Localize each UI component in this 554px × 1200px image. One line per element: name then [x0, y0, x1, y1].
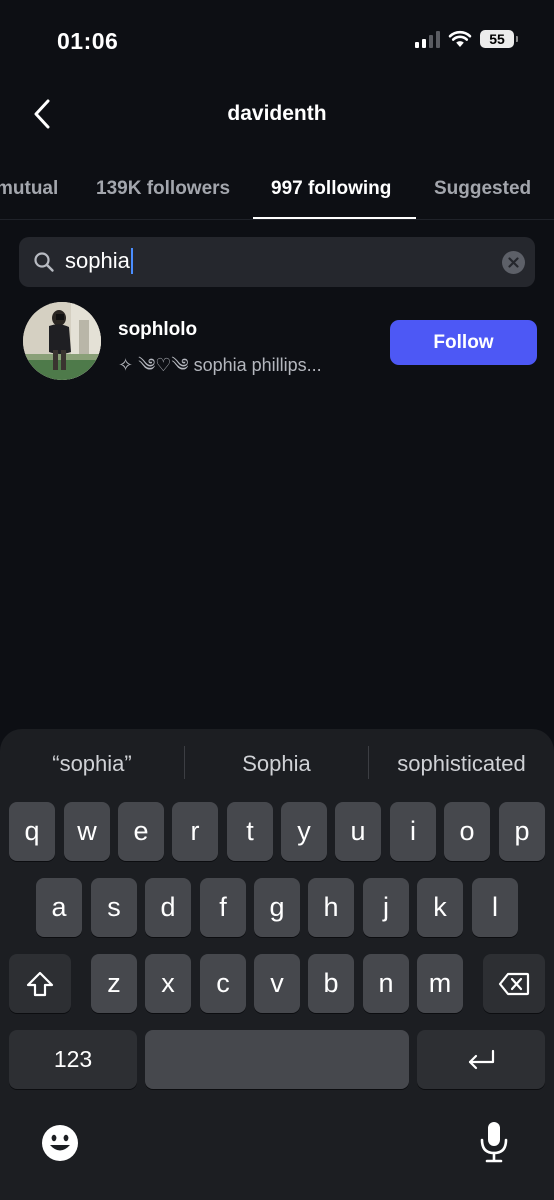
- key-g[interactable]: g: [254, 878, 300, 937]
- emoji-icon: [42, 1125, 78, 1161]
- active-tab-indicator: [253, 217, 416, 219]
- close-icon: [508, 257, 519, 268]
- tab-following[interactable]: 997 following: [271, 178, 391, 200]
- space-key[interactable]: [145, 1030, 409, 1089]
- search-icon: [34, 252, 54, 272]
- suggestion-item[interactable]: Sophia: [185, 751, 368, 777]
- key-f[interactable]: f: [200, 878, 246, 937]
- key-d[interactable]: d: [145, 878, 191, 937]
- key-s[interactable]: s: [91, 878, 137, 937]
- avatar-photo: [23, 302, 101, 380]
- delete-key[interactable]: [483, 954, 545, 1013]
- list-item[interactable]: sophlolo ✧ ༄♡༄ sophia phillips... Follow: [0, 302, 554, 384]
- key-e[interactable]: e: [118, 802, 164, 861]
- key-o[interactable]: o: [444, 802, 490, 861]
- clear-search-button[interactable]: [502, 251, 525, 274]
- microphone-button[interactable]: [478, 1120, 510, 1169]
- shift-icon: [26, 971, 54, 996]
- key-p[interactable]: p: [499, 802, 545, 861]
- emoji-button[interactable]: [40, 1123, 80, 1168]
- user-bio: ✧ ༄♡༄ sophia phillips...: [118, 355, 322, 375]
- key-b[interactable]: b: [308, 954, 354, 1013]
- key-y[interactable]: y: [281, 802, 327, 861]
- key-u[interactable]: u: [335, 802, 381, 861]
- status-icons: 55: [415, 30, 518, 48]
- page-title: davidenth: [227, 102, 327, 125]
- search-input[interactable]: sophia: [65, 248, 133, 274]
- return-key[interactable]: [417, 1030, 545, 1089]
- predictive-bar: “sophia” Sophia sophisticated: [0, 729, 554, 797]
- key-q[interactable]: q: [9, 802, 55, 861]
- key-a[interactable]: a: [36, 878, 82, 937]
- username: sophlolo: [118, 319, 198, 340]
- status-time: 01:06: [57, 28, 119, 54]
- microphone-icon: [480, 1122, 508, 1163]
- status-bar: 01:06 55: [0, 0, 554, 80]
- battery-icon: 55: [480, 30, 518, 48]
- return-icon: [468, 1049, 495, 1069]
- tab-suggested[interactable]: Suggested: [434, 178, 531, 200]
- key-z[interactable]: z: [91, 954, 137, 1013]
- key-k[interactable]: k: [417, 878, 463, 937]
- suggestion-item[interactable]: sophisticated: [369, 751, 554, 777]
- text-cursor: [130, 248, 133, 274]
- key-m[interactable]: m: [417, 954, 463, 1013]
- key-v[interactable]: v: [254, 954, 300, 1013]
- cellular-signal-icon: [415, 30, 440, 48]
- key-t[interactable]: t: [227, 802, 273, 861]
- follow-button[interactable]: Follow: [390, 320, 537, 365]
- key-j[interactable]: j: [363, 878, 409, 937]
- search-bar[interactable]: sophia: [19, 237, 535, 287]
- suggestion-item[interactable]: “sophia”: [0, 751, 184, 777]
- key-i[interactable]: i: [390, 802, 436, 861]
- header: davidenth: [0, 82, 554, 146]
- key-w[interactable]: w: [64, 802, 110, 861]
- backspace-icon: [498, 972, 530, 995]
- key-h[interactable]: h: [308, 878, 354, 937]
- tab-bar: mutual 139K followers 997 following Sugg…: [0, 160, 554, 220]
- search-input-value: sophia: [65, 248, 130, 273]
- numbers-key[interactable]: 123: [9, 1030, 137, 1089]
- keyboard: “sophia” Sophia sophisticated q w e r t …: [0, 729, 554, 1200]
- key-r[interactable]: r: [172, 802, 218, 861]
- tab-mutual[interactable]: mutual: [0, 178, 58, 200]
- key-n[interactable]: n: [363, 954, 409, 1013]
- key-c[interactable]: c: [200, 954, 246, 1013]
- key-l[interactable]: l: [472, 878, 518, 937]
- wifi-icon: [448, 30, 472, 47]
- avatar[interactable]: [23, 302, 101, 380]
- key-x[interactable]: x: [145, 954, 191, 1013]
- shift-key[interactable]: [9, 954, 71, 1013]
- tab-followers[interactable]: 139K followers: [96, 178, 230, 200]
